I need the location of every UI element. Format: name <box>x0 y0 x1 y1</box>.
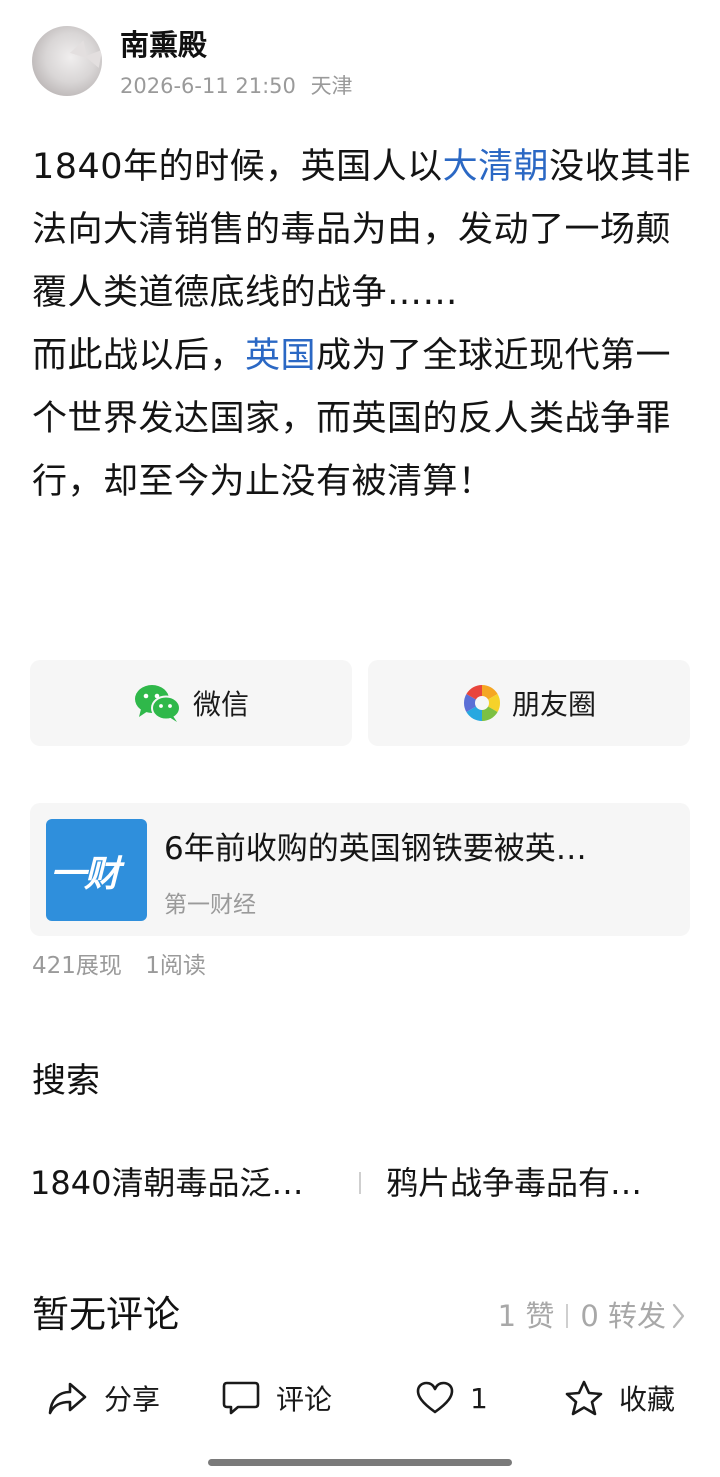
post-stats: 421展现 1阅读 <box>32 950 206 982</box>
related-news-card[interactable]: 一财 6年前收购的英国钢铁要被英… 第一财经 <box>30 803 690 936</box>
article-paragraph: 而此战以后，英国成为了全球近现代第一个世界发达国家，而英国的反人类战争罪行，却至… <box>32 325 696 514</box>
search-heading: 搜索 <box>32 1061 100 1101</box>
view-count: 421展现 <box>32 953 122 979</box>
article-text: 1840年的时候，英国人以 <box>32 147 443 187</box>
divider <box>566 1304 569 1328</box>
read-count: 1阅读 <box>145 953 206 979</box>
comment-label: 评论 <box>276 1383 333 1416</box>
comment-icon <box>222 1380 260 1416</box>
news-thumbnail: 一财 <box>46 819 147 921</box>
search-suggestion[interactable]: 1840清朝毒品泛… <box>30 1160 303 1206</box>
search-suggestion[interactable]: 鸦片战争毒品有… <box>386 1160 642 1206</box>
share-wechat-button[interactable]: 微信 <box>30 660 352 746</box>
like-stat: 1 赞 <box>497 1299 555 1333</box>
heart-icon <box>416 1381 454 1415</box>
share-wechat-label: 微信 <box>192 688 249 721</box>
news-title: 6年前收购的英国钢铁要被英… <box>164 831 587 867</box>
post-location: 天津 <box>310 74 353 98</box>
news-source: 第一财经 <box>164 892 256 918</box>
repost-stat: 0 转发 <box>580 1299 666 1333</box>
engagement-stats[interactable]: 1 赞 0 转发 <box>498 1296 686 1336</box>
news-thumbnail-logo: 一财 <box>50 854 120 895</box>
comment-button[interactable]: 评论 <box>222 1374 332 1422</box>
comments-heading: 暂无评论 <box>32 1293 180 1336</box>
favorite-label: 收藏 <box>619 1383 676 1416</box>
share-icon <box>48 1380 88 1416</box>
article-paragraph: 1840年的时候，英国人以大清朝没收其非法向大清销售的毒品为由，发动了一场颠覆人… <box>32 136 696 325</box>
share-label: 分享 <box>104 1383 161 1416</box>
post-header: 南熏殿 2026-6-11 21:50 天津 <box>32 26 692 98</box>
star-icon <box>565 1380 603 1416</box>
chevron-right-icon <box>672 1303 686 1329</box>
share-button[interactable]: 分享 <box>48 1374 160 1422</box>
topic-link-uk[interactable]: 英国 <box>245 336 316 376</box>
moments-icon <box>462 683 502 723</box>
post-date: 2026-6-11 21:50 <box>120 74 296 98</box>
like-button[interactable]: 1 <box>416 1374 488 1422</box>
divider <box>359 1172 361 1194</box>
article-text: 而此战以后， <box>32 336 246 376</box>
post-meta: 2026-6-11 21:50 天津 <box>120 72 353 100</box>
share-moments-label: 朋友圈 <box>511 688 596 721</box>
article-body: 1840年的时候，英国人以大清朝没收其非法向大清销售的毒品为由，发动了一场颠覆人… <box>32 136 696 514</box>
home-indicator[interactable] <box>208 1459 512 1466</box>
favorite-button[interactable]: 收藏 <box>565 1374 675 1422</box>
avatar[interactable] <box>32 26 102 96</box>
author-name[interactable]: 南熏殿 <box>120 26 207 64</box>
topic-link-daqing[interactable]: 大清朝 <box>443 147 550 187</box>
like-count: 1 <box>470 1381 488 1415</box>
wechat-icon <box>133 682 183 724</box>
share-moments-button[interactable]: 朋友圈 <box>368 660 690 746</box>
